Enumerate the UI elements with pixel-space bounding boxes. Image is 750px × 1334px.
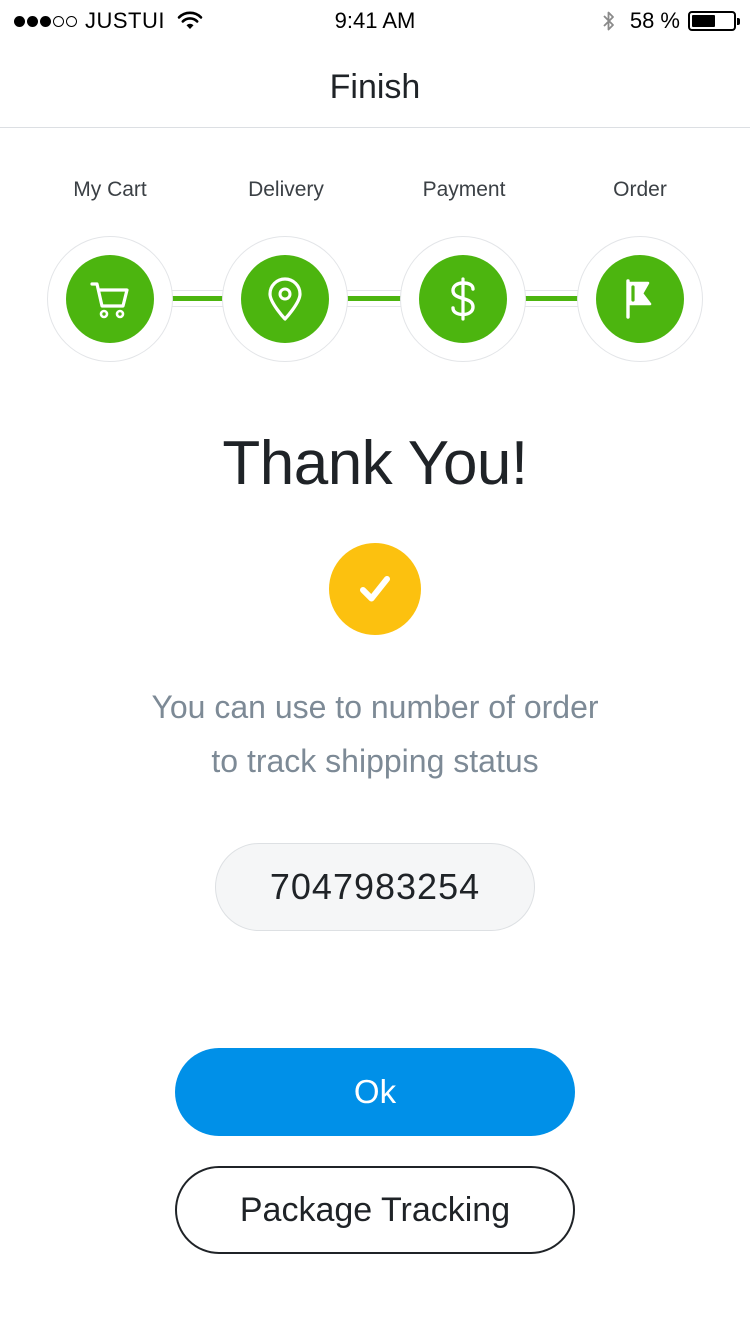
- tracking-message-line-1: You can use to number of order: [151, 689, 599, 725]
- order-number-field[interactable]: 7047983254: [215, 843, 535, 931]
- step-label-payment: Payment: [422, 178, 506, 201]
- step-label-my-cart: My Cart: [73, 178, 147, 201]
- step-payment-circle: [419, 255, 507, 343]
- dollar-icon: [451, 277, 475, 321]
- status-bar: JUSTUI 9:41 AM 58 %: [0, 0, 750, 40]
- flag-icon: [626, 279, 652, 319]
- tracking-message: You can use to number of order to track …: [75, 680, 675, 788]
- step-delivery-circle: [241, 255, 329, 343]
- thank-you-heading: Thank You!: [222, 429, 528, 498]
- step-order-circle: [596, 255, 684, 343]
- battery-icon: [688, 11, 740, 31]
- ok-button[interactable]: Ok: [175, 1048, 575, 1136]
- package-tracking-button[interactable]: Package Tracking: [175, 1166, 575, 1254]
- step-delivery[interactable]: [222, 236, 348, 362]
- page-title: Finish: [329, 68, 421, 106]
- step-payment[interactable]: [400, 236, 526, 362]
- checkmark-icon: [360, 576, 390, 602]
- step-my-cart-circle: [66, 255, 154, 343]
- success-check-badge: [329, 543, 421, 635]
- bluetooth-icon: [603, 11, 614, 31]
- step-label-delivery: Delivery: [248, 178, 324, 201]
- status-right: 58 %: [602, 8, 740, 34]
- step-label-order: Order: [613, 178, 667, 201]
- cart-icon: [90, 282, 129, 319]
- step-order[interactable]: [577, 236, 703, 362]
- battery-cap: [737, 18, 740, 25]
- tracking-message-line-2: to track shipping status: [211, 743, 539, 779]
- battery-fill: [692, 15, 715, 27]
- navigation-bar: Finish: [0, 40, 750, 128]
- step-connector-line: [150, 296, 600, 301]
- step-my-cart[interactable]: [47, 236, 173, 362]
- battery-percent: 58 %: [629, 8, 680, 33]
- location-pin-icon: [268, 277, 302, 321]
